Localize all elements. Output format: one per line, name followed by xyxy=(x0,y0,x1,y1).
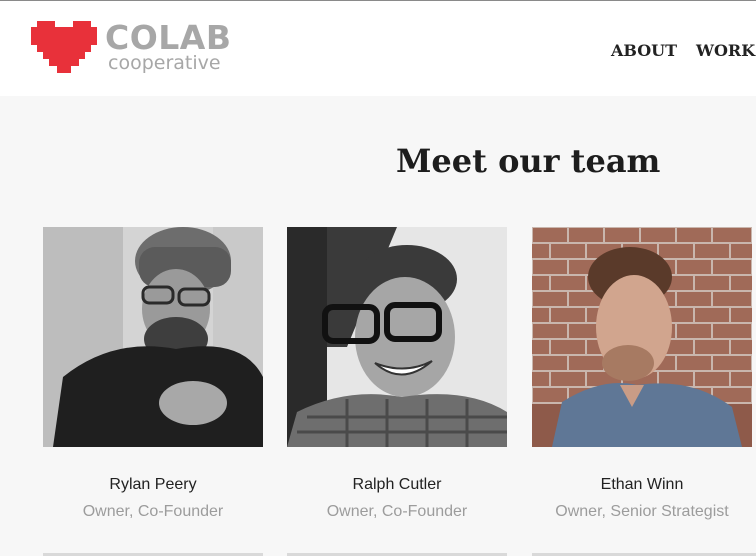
pixel-heart-icon xyxy=(31,21,97,73)
team-member-role: Owner, Co-Founder xyxy=(326,503,468,520)
team-member-photo xyxy=(287,227,507,447)
nav-item-work[interactable]: WORK xyxy=(696,41,755,61)
logo[interactable]: COLAB cooperative xyxy=(31,19,241,81)
team-member-card: Ralph Cutler Owner, Co-Founder xyxy=(287,227,507,520)
team-member-role: Owner, Senior Strategist xyxy=(555,503,729,520)
team-member-photo xyxy=(532,227,752,447)
page-title: Meet our team xyxy=(396,142,661,180)
team-member-card: Rylan Peery Owner, Co-Founder xyxy=(43,227,263,520)
team-member-card: Ethan Winn Owner, Senior Strategist xyxy=(532,227,752,520)
brand-tagline: cooperative xyxy=(108,52,221,74)
team-member-name: Rylan Peery xyxy=(109,476,197,493)
team-member-role: Owner, Co-Founder xyxy=(82,503,224,520)
team-member-photo xyxy=(43,227,263,447)
team-member-name: Ralph Cutler xyxy=(352,476,442,493)
team-member-name: Ethan Winn xyxy=(600,476,684,493)
nav-item-about[interactable]: ABOUT xyxy=(611,41,677,61)
site-header: COLAB cooperative ABOUT WORK xyxy=(0,1,756,96)
